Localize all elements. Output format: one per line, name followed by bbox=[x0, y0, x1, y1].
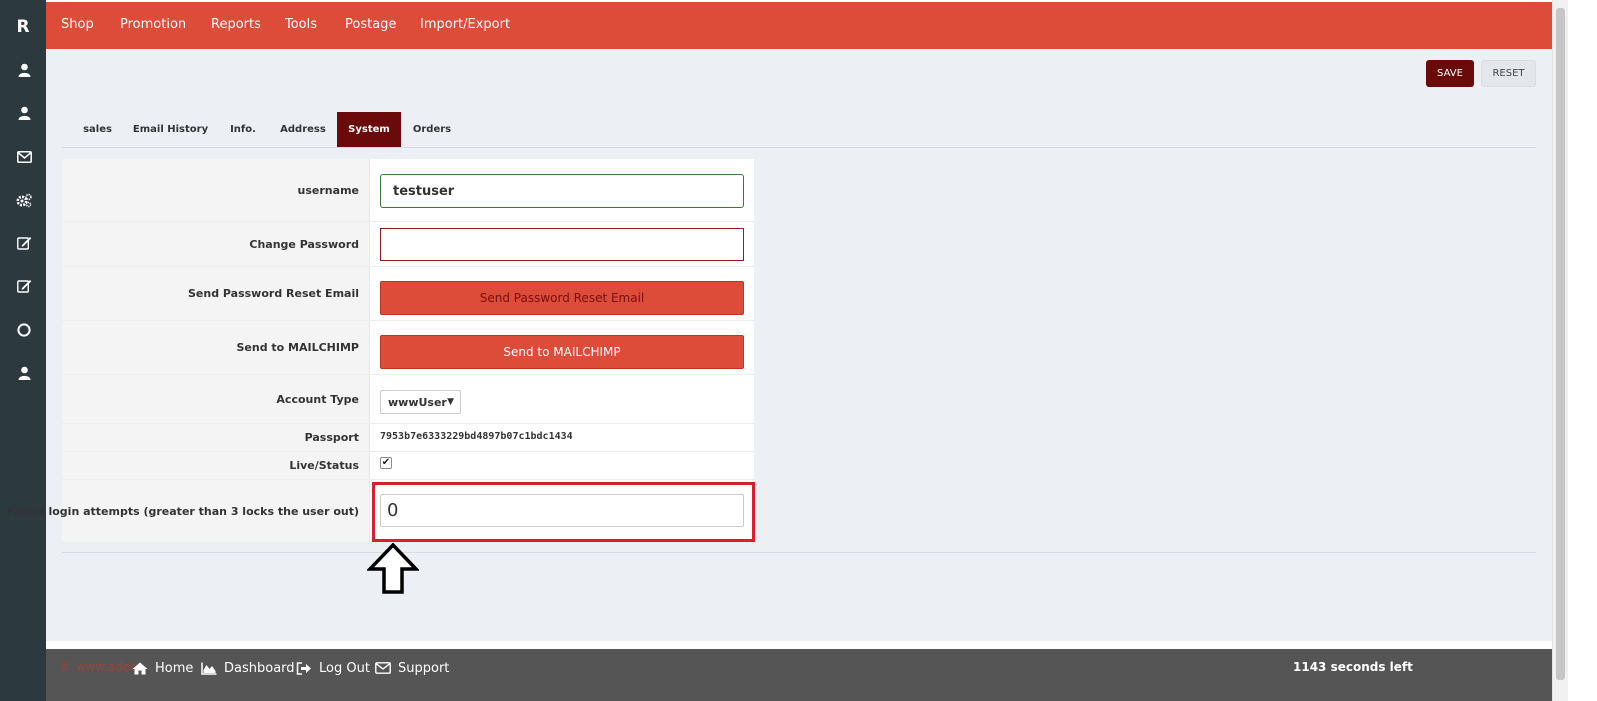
footer-spacer bbox=[46, 641, 1552, 649]
envelope-icon bbox=[375, 661, 391, 675]
reset-email-label: Send Password Reset Email bbox=[62, 267, 370, 320]
footer-dashboard-link[interactable]: Dashboard bbox=[201, 659, 295, 677]
nav-postage[interactable]: Postage bbox=[345, 17, 396, 32]
username-label: username bbox=[62, 159, 370, 221]
user-icon[interactable] bbox=[14, 61, 34, 79]
save-button[interactable]: SAVE bbox=[1426, 60, 1474, 87]
account-type-label: Account Type bbox=[62, 375, 370, 423]
copyright-text: © www.adeo bbox=[60, 660, 138, 674]
change-password-label: Change Password bbox=[62, 222, 370, 266]
tab-system[interactable]: System bbox=[337, 112, 401, 147]
change-password-input[interactable] bbox=[380, 228, 744, 261]
app-logo[interactable]: R bbox=[0, 17, 46, 37]
edit-icon[interactable] bbox=[14, 234, 34, 252]
live-status-label: Live/Status bbox=[62, 452, 370, 479]
account-type-value: wwwUser bbox=[388, 395, 447, 409]
send-password-reset-email-button[interactable]: Send Password Reset Email bbox=[380, 281, 744, 315]
tab-address[interactable]: Address bbox=[270, 112, 336, 147]
user-icon[interactable] bbox=[14, 104, 34, 122]
footer-support-link[interactable]: Support bbox=[375, 659, 449, 677]
tab-orders[interactable]: Orders bbox=[401, 112, 463, 147]
account-type-row: Account Type wwwUser ▼ bbox=[62, 375, 754, 424]
circle-icon[interactable] bbox=[14, 321, 34, 339]
mailchimp-row: Send to MAILCHIMP Send to MAILCHIMP bbox=[62, 321, 754, 375]
main-content: SAVE RESET sales Email History Info. Add… bbox=[7, 49, 1552, 641]
footer-dashboard-label: Dashboard bbox=[224, 660, 295, 676]
username-row: username testuser bbox=[62, 159, 754, 222]
nav-promotion[interactable]: Promotion bbox=[120, 17, 186, 32]
gears-icon[interactable] bbox=[14, 191, 34, 209]
home-icon bbox=[132, 661, 148, 675]
footer-home-link[interactable]: Home bbox=[132, 659, 193, 677]
form-bottom-divider bbox=[62, 552, 1536, 553]
edit-icon[interactable] bbox=[14, 277, 34, 295]
live-status-checkbox[interactable]: ✔ bbox=[380, 457, 392, 469]
session-timer: 1143 seconds left bbox=[1293, 660, 1413, 674]
footer-home-label: Home bbox=[155, 660, 194, 676]
mailchimp-label: Send to MAILCHIMP bbox=[62, 321, 370, 374]
passport-value: 7953b7e6333229bd4897b07c1bdc1434 bbox=[380, 431, 573, 442]
scrollbar-thumb[interactable] bbox=[1556, 8, 1565, 680]
sidebar: R bbox=[0, 0, 46, 701]
reset-button[interactable]: RESET bbox=[1481, 60, 1536, 87]
top-nav: Shop Promotion Reports Tools Postage Imp… bbox=[46, 0, 1552, 49]
sign-out-icon bbox=[296, 661, 312, 675]
vertical-scrollbar[interactable] bbox=[1552, 0, 1568, 701]
nav-shop[interactable]: Shop bbox=[61, 17, 94, 32]
account-type-select[interactable]: wwwUser ▼ bbox=[380, 390, 461, 414]
live-status-row: Live/Status ✔ bbox=[62, 452, 754, 480]
arrow-up-icon bbox=[367, 543, 419, 594]
send-to-mailchimp-button[interactable]: Send to MAILCHIMP bbox=[380, 335, 744, 369]
reset-email-row: Send Password Reset Email Send Password … bbox=[62, 267, 754, 321]
nav-import-export[interactable]: Import/Export bbox=[420, 17, 510, 32]
tab-divider bbox=[62, 147, 1536, 148]
footer-logout-label: Log Out bbox=[319, 660, 370, 676]
username-input[interactable]: testuser bbox=[380, 174, 744, 208]
caret-down-icon: ▼ bbox=[447, 397, 454, 407]
highlight-box bbox=[372, 482, 755, 542]
failed-login-label: Failed login attempts (greater than 3 lo… bbox=[7, 480, 370, 542]
change-password-row: Change Password bbox=[62, 222, 754, 267]
passport-row: Passport 7953b7e6333229bd4897b07c1bdc143… bbox=[62, 424, 754, 452]
tab-info[interactable]: Info. bbox=[216, 112, 270, 147]
nav-reports[interactable]: Reports bbox=[211, 17, 261, 32]
footer-support-label: Support bbox=[398, 660, 450, 676]
user-icon[interactable] bbox=[14, 364, 34, 382]
footer-logout-link[interactable]: Log Out bbox=[296, 659, 370, 677]
tab-sales[interactable]: sales bbox=[70, 112, 125, 147]
area-chart-icon bbox=[201, 661, 217, 675]
footer: © www.adeo Home Dashboard Log Out Suppor… bbox=[46, 649, 1552, 701]
tab-email-history[interactable]: Email History bbox=[125, 112, 216, 147]
envelope-icon[interactable] bbox=[14, 148, 34, 166]
passport-label: Passport bbox=[62, 424, 370, 451]
nav-tools[interactable]: Tools bbox=[285, 17, 317, 32]
